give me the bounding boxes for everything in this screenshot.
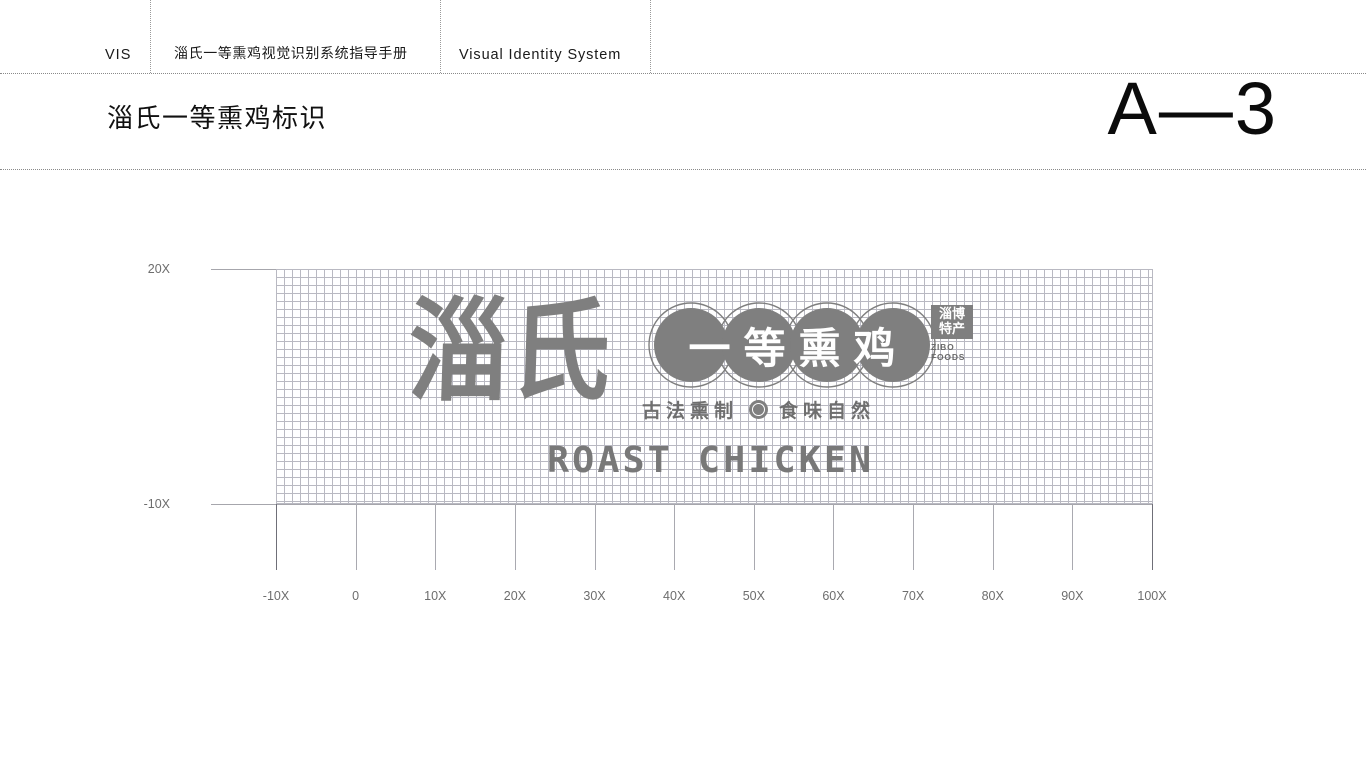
header-manual-title-en: Visual Identity System <box>459 47 622 63</box>
header-divider-3 <box>650 0 651 73</box>
x-axis-tick-label: 10X <box>424 589 447 603</box>
band-char-3: 熏 <box>798 323 841 373</box>
x-axis-tick <box>1152 504 1153 570</box>
page-header: VIS 淄氏一等熏鸡视觉识别系统指导手册 Visual Identity Sys… <box>0 0 1366 74</box>
logo-circle-band: 一 等 熏 鸡 <box>647 301 937 389</box>
zibo-badge-box: 淄博 特产 <box>931 305 973 339</box>
tagline-right-text: 食味自然 <box>779 400 876 422</box>
zibo-specialty-badge: 淄博 特产 ZIBO FOODS <box>931 305 977 362</box>
tagline-left-text: 古法熏制 <box>642 400 739 422</box>
x-axis-tick-label: 40X <box>663 589 686 603</box>
x-axis-tick <box>913 504 915 570</box>
x-axis-tick <box>992 504 994 570</box>
zibo-badge-en-line2: FOODS <box>931 352 966 362</box>
chicken-seal-icon <box>749 400 769 419</box>
logo-tagline: 古法熏制 食味自然 <box>642 396 875 423</box>
logo-english-name: ROAST CHICKEN <box>547 440 875 481</box>
x-axis-tick <box>1072 504 1074 570</box>
header-divider-2 <box>440 0 441 73</box>
x-axis-tick-label: 80X <box>981 589 1004 603</box>
x-axis-tick <box>833 504 835 570</box>
x-axis-tick-label: 90X <box>1061 589 1084 603</box>
x-axis-tick <box>594 504 596 570</box>
x-axis-tick <box>514 504 516 570</box>
zibo-badge-en-line1: ZIBO <box>931 342 955 352</box>
x-axis-tick <box>435 504 437 570</box>
zibo-badge-cn-line2: 特产 <box>938 322 965 337</box>
zibo-badge-cn-line1: 淄博 <box>938 307 965 322</box>
x-axis-tick-label: 30X <box>583 589 606 603</box>
x-axis-tick <box>355 504 357 570</box>
band-char-4: 鸡 <box>853 323 896 373</box>
zibo-badge-en: ZIBO FOODS <box>931 342 977 362</box>
band-char-2: 等 <box>743 323 786 373</box>
title-bottom-rule <box>0 169 1366 170</box>
x-axis-tick <box>276 504 277 570</box>
y-axis-label-bottom: -10X <box>143 497 170 511</box>
x-axis-tick-label: 20X <box>503 589 527 603</box>
header-abbreviation: VIS <box>105 47 132 63</box>
x-axis-tick-label: -10X <box>262 589 290 603</box>
brand-logo: 淄氏 一 等 熏 鸡 淄博 特产 ZIBO FOODS 古法熏制 食味自然 RO… <box>404 285 1004 488</box>
band-char-1: 一 <box>688 323 731 373</box>
header-manual-title-cn: 淄氏一等熏鸡视觉识别系统指导手册 <box>174 45 408 61</box>
logo-band-characters: 一 等 熏 鸡 <box>647 301 937 389</box>
header-divider-1 <box>150 0 151 73</box>
x-axis-tick-label: 70X <box>901 589 925 603</box>
x-axis-tick-label: 100X <box>1137 589 1167 603</box>
x-axis-tick <box>674 504 676 570</box>
x-axis-tick-label: 60X <box>822 589 845 603</box>
page-code: A—3 <box>1107 67 1278 150</box>
logo-brush-characters: 淄氏 <box>406 285 615 417</box>
x-axis-tick-label: 50X <box>742 589 765 603</box>
page-title: 淄氏一等熏鸡标识 <box>107 103 328 133</box>
x-axis-tick-label: 0 <box>352 589 360 603</box>
top-reference-line <box>211 269 1152 270</box>
title-bar: 淄氏一等熏鸡标识 A—3 <box>0 67 1366 170</box>
x-axis-tick <box>753 504 755 570</box>
bottom-reference-line <box>211 504 1152 505</box>
y-axis-label-top: 20X <box>147 262 170 276</box>
